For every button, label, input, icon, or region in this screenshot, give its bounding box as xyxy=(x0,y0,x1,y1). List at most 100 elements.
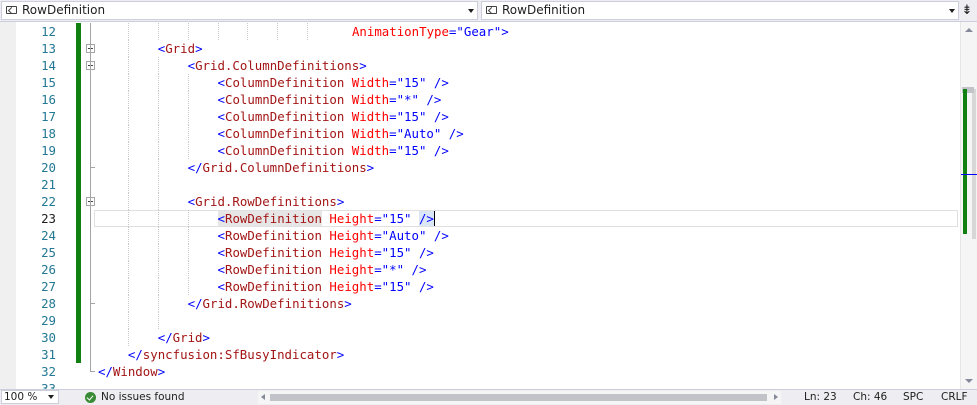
current-code-line[interactable]: 23 <RowDefinition Height="15" /> xyxy=(0,210,960,227)
line-number: 13 xyxy=(41,41,56,56)
line-number: 25 xyxy=(41,245,56,260)
code-line[interactable]: 32 </Window> xyxy=(0,363,960,380)
indent-guide xyxy=(127,108,129,125)
indent-guide xyxy=(157,142,159,159)
column-indicator[interactable]: Ch: 46 xyxy=(853,391,887,404)
scroll-down-icon[interactable] xyxy=(965,379,973,383)
code-line[interactable]: 24 <RowDefinition Height="Auto" /> xyxy=(0,227,960,244)
outline-rail xyxy=(90,206,91,303)
line-ending-mode[interactable]: CRLF xyxy=(941,391,968,404)
indent-guide xyxy=(157,176,159,193)
indent-guide xyxy=(157,91,159,108)
indent-guide xyxy=(127,57,129,74)
code-line[interactable]: 29 xyxy=(0,312,960,329)
indent-guide xyxy=(157,159,159,176)
code-token: < xyxy=(187,58,196,73)
code-token: > xyxy=(195,41,203,56)
code-line[interactable]: 16 <ColumnDefinition Width="*" /> xyxy=(0,91,960,108)
xaml-element-icon xyxy=(486,6,497,14)
code-token: < xyxy=(217,279,225,294)
indent-guide xyxy=(157,227,159,244)
indent-guide xyxy=(127,91,129,108)
whitespace-mode[interactable]: SPC xyxy=(903,391,923,404)
code-line[interactable]: 30 </Grid> xyxy=(0,329,960,346)
line-number: 27 xyxy=(41,279,56,294)
code-line[interactable]: 15 <ColumnDefinition Width="15" /> xyxy=(0,74,960,91)
code-text: </Window> xyxy=(98,363,165,380)
indent-guide xyxy=(127,125,129,142)
code-token: > xyxy=(157,364,166,379)
code-token: = xyxy=(374,245,382,260)
outline-end xyxy=(90,167,95,168)
scrollbar-track[interactable] xyxy=(972,89,976,239)
code-text: <RowDefinition Height="15" /> xyxy=(218,244,434,261)
horizontal-scrollbar[interactable] xyxy=(258,391,781,404)
code-line[interactable]: 17 <ColumnDefinition Width="15" /> xyxy=(0,108,960,125)
horizontal-scrollbar-thumb[interactable] xyxy=(270,394,767,401)
code-editor[interactable]: 12 AnimationType="Gear"> 13 <Grid> 14 <Grid.C… xyxy=(0,22,960,389)
code-token: > xyxy=(359,58,367,73)
change-indicator xyxy=(76,108,81,125)
code-token: > xyxy=(366,160,375,175)
scroll-left-icon[interactable] xyxy=(261,394,265,400)
code-token: < xyxy=(217,245,225,260)
change-indicator xyxy=(76,23,81,40)
member-scope-label: RowDefinition xyxy=(502,3,586,17)
indent-guide xyxy=(157,295,159,312)
indent-guide xyxy=(127,142,129,159)
code-text: AnimationType="Gear"> xyxy=(352,23,509,40)
member-scope-dropdown[interactable]: RowDefinition xyxy=(481,1,959,20)
code-token: Grid.RowDefinitions xyxy=(195,194,337,209)
scroll-right-icon[interactable] xyxy=(774,394,778,400)
indent-guide xyxy=(187,244,189,261)
code-token: Grid xyxy=(165,41,196,56)
scroll-up-icon[interactable] xyxy=(965,28,973,32)
line-number: 14 xyxy=(41,58,56,73)
code-line[interactable]: 33 xyxy=(0,380,960,389)
type-scope-dropdown[interactable]: RowDefinition xyxy=(1,1,478,20)
code-line[interactable]: 27 <RowDefinition Height="15" /> xyxy=(0,278,960,295)
code-token: < xyxy=(217,126,225,141)
code-line[interactable]: 28 </Grid.RowDefinitions> xyxy=(0,295,960,312)
code-token: RowDefinition xyxy=(224,228,322,243)
code-line[interactable]: 14 <Grid.ColumnDefinitions> xyxy=(0,57,960,74)
line-indicator[interactable]: Ln: 23 xyxy=(804,391,837,404)
code-token: /> xyxy=(426,75,449,90)
issues-status[interactable]: No issues found xyxy=(101,391,185,404)
code-token: > xyxy=(336,194,345,209)
code-token: = xyxy=(389,126,397,141)
change-indicator xyxy=(76,40,81,57)
code-line[interactable]: 12 AnimationType="Gear"> xyxy=(0,23,960,40)
code-token: /> xyxy=(426,228,449,243)
code-token: Height xyxy=(321,245,375,260)
code-line[interactable]: 18 <ColumnDefinition Width="Auto" /> xyxy=(0,125,960,142)
indent-guide xyxy=(157,278,159,295)
indent-guide xyxy=(157,244,159,261)
code-line[interactable]: 25 <RowDefinition Height="15" /> xyxy=(0,244,960,261)
code-token: < xyxy=(217,228,225,243)
code-token: "*" xyxy=(396,92,419,107)
code-token: ColumnDefinition xyxy=(224,109,345,124)
change-indicator xyxy=(76,125,81,142)
zoom-dropdown[interactable]: 100 % xyxy=(1,390,59,404)
code-line[interactable]: 26 <RowDefinition Height="*" /> xyxy=(0,261,960,278)
split-window-icon[interactable]: ⇟ xyxy=(960,2,974,19)
code-text: <ColumnDefinition Width="15" /> xyxy=(218,74,449,91)
indent-guide xyxy=(157,108,159,125)
code-line[interactable]: 21 xyxy=(0,176,960,193)
code-token: "Gear" xyxy=(456,24,502,39)
code-token: Width xyxy=(344,143,390,158)
indent-guide xyxy=(187,108,189,125)
code-line[interactable]: 13 <Grid> xyxy=(0,40,960,57)
code-token: "15" xyxy=(381,279,412,294)
code-token: = xyxy=(389,92,397,107)
indent-guide xyxy=(127,329,129,346)
vertical-scrollbar[interactable] xyxy=(960,22,977,389)
code-line[interactable]: 31 </syncfusion:SfBusyIndicator> xyxy=(0,346,960,363)
code-line[interactable]: 22 <Grid.RowDefinitions> xyxy=(0,193,960,210)
indent-guide xyxy=(157,125,159,142)
code-token: /> xyxy=(404,262,427,277)
code-line[interactable]: 20 </Grid.ColumnDefinitions> xyxy=(0,159,960,176)
code-line[interactable]: 19 <ColumnDefinition Width="15" /> xyxy=(0,142,960,159)
change-indicator xyxy=(76,244,81,261)
